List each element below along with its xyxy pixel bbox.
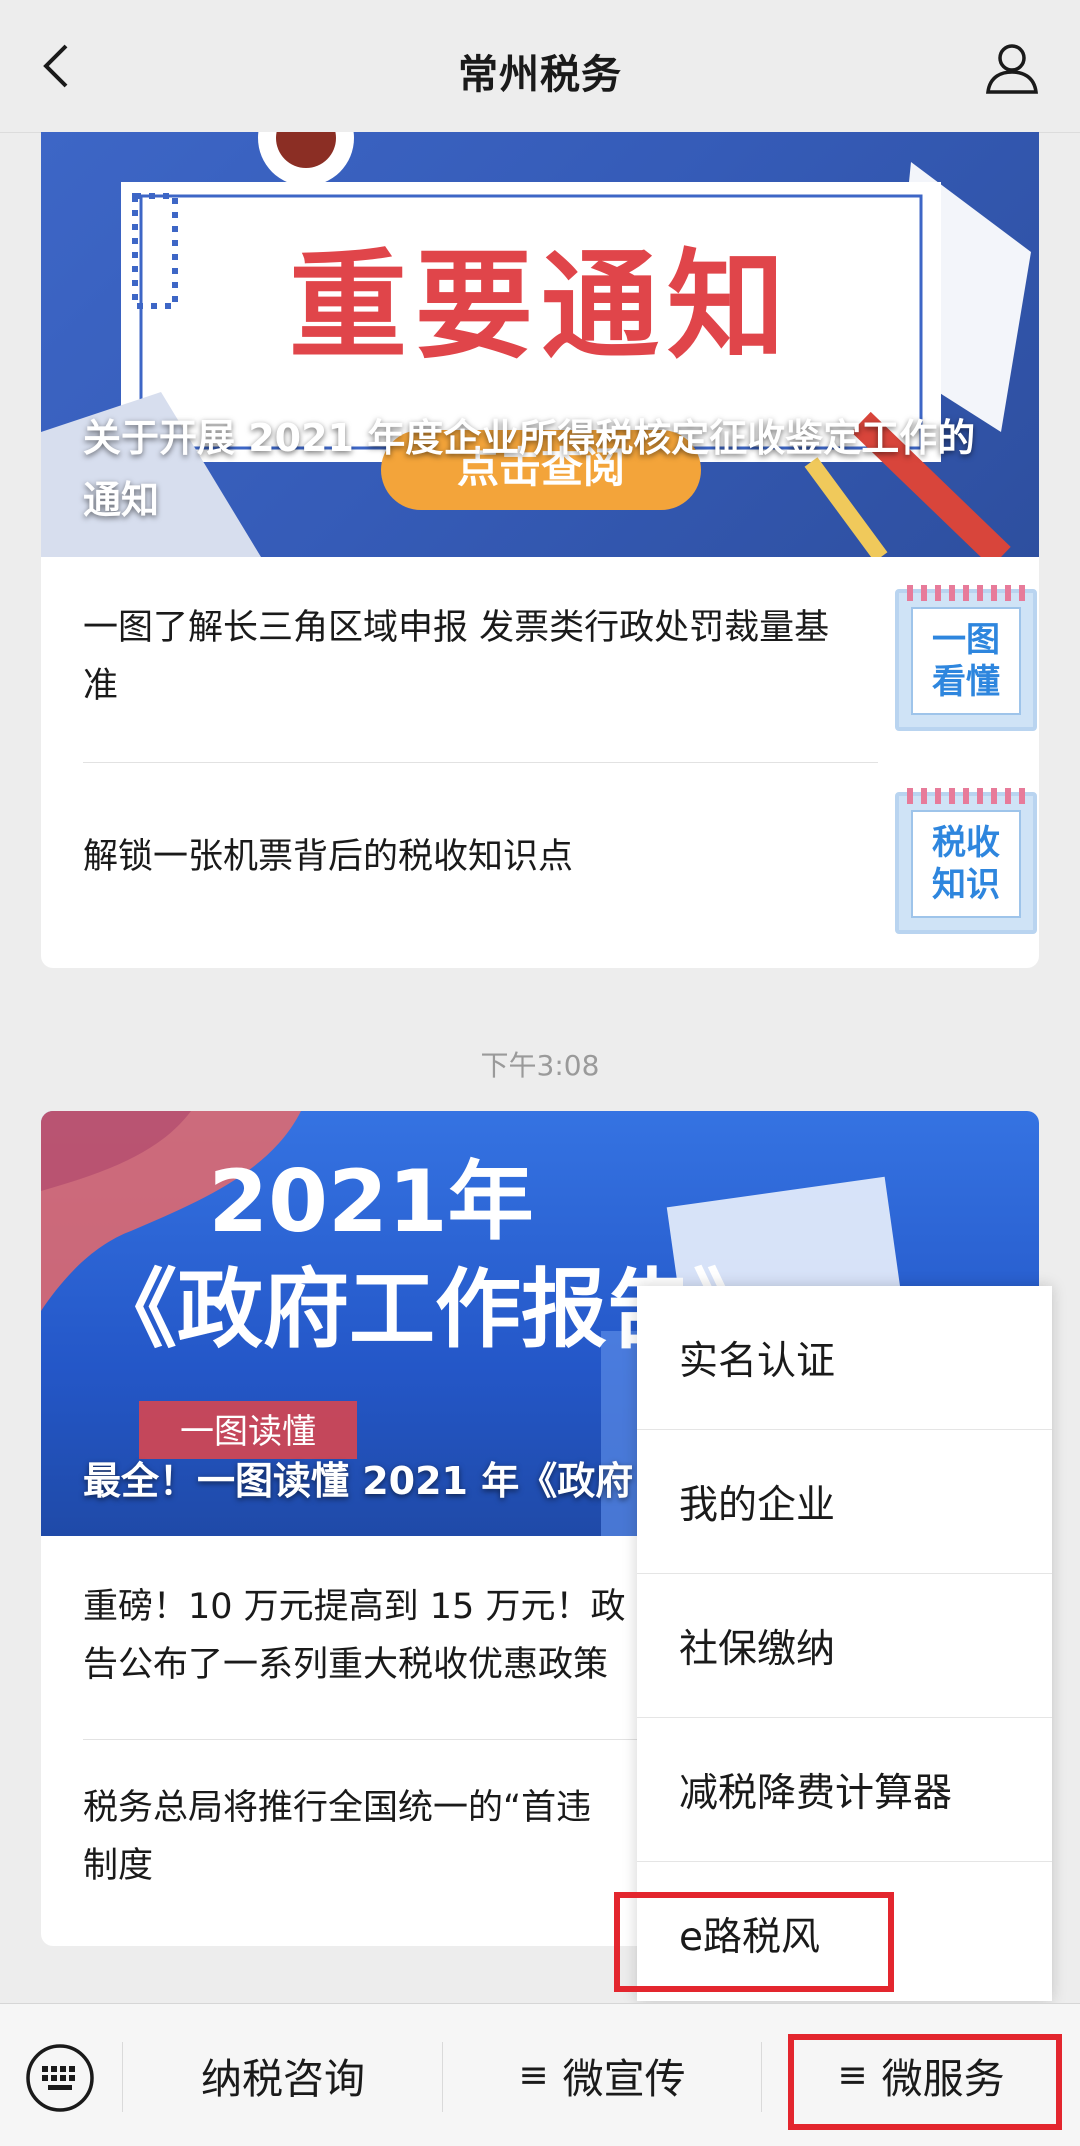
menu-item-tax-calculator[interactable]: 减税降费计算器 bbox=[637, 1718, 1052, 1862]
top-nav-bar: 常州税务 bbox=[0, 0, 1080, 133]
cover-title-text: 重要通知 bbox=[289, 237, 793, 375]
cover-caption-1: 关于开展 2021 年度企业所得税核定征收鉴定工作的通知 bbox=[83, 416, 976, 522]
highlight-box-e-lu-shui-feng bbox=[614, 1892, 894, 1992]
tab-label: 微宣传 bbox=[562, 2055, 686, 2103]
menu-item-my-enterprise[interactable]: 我的企业 bbox=[637, 1430, 1052, 1574]
news-thumbnail: 一图 看懂 bbox=[895, 585, 1037, 731]
cover-year-text: 2021年 bbox=[208, 1152, 533, 1252]
menu-lines-icon: ≡ bbox=[518, 2054, 549, 2096]
menu-item-real-name-auth[interactable]: 实名认证 bbox=[637, 1286, 1052, 1430]
news-item-title: 一图了解长三角区域申报 发票类行政处罚裁量基准 bbox=[83, 608, 830, 706]
tab-label: 纳税咨询 bbox=[201, 2055, 365, 2103]
page-title: 常州税务 bbox=[458, 52, 622, 98]
news-item[interactable]: 一图了解长三角区域申报 发票类行政处罚裁量基准 一图 看懂 bbox=[83, 557, 1037, 757]
news-thumbnail: 税收 知识 bbox=[895, 788, 1037, 934]
thumb-line-2: 知识 bbox=[932, 865, 1000, 905]
news-item-title: 解锁一张机票背后的税收知识点 bbox=[83, 837, 574, 877]
message-timestamp: 下午3:08 bbox=[480, 1049, 600, 1082]
tab-tax-consult[interactable]: 纳税咨询 bbox=[124, 2004, 442, 2146]
tab-micro-publicity[interactable]: ≡ 微宣传 bbox=[443, 2004, 761, 2146]
news-item[interactable]: 解锁一张机票背后的税收知识点 税收 知识 bbox=[83, 762, 1037, 962]
thumb-line-2: 看懂 bbox=[932, 662, 1000, 702]
separator bbox=[122, 2042, 123, 2112]
article-card-1: 点击查阅 重要通知 关于开展 2021 年度企业所得税核定征收鉴定工作的通知 一… bbox=[41, 132, 1039, 968]
thumb-line-1: 税收 bbox=[932, 823, 1000, 863]
thumb-line-1: 一图 bbox=[932, 620, 1000, 660]
keyboard-icon[interactable] bbox=[24, 2042, 96, 2114]
highlight-box-micro-service bbox=[788, 2034, 1062, 2130]
menu-item-social-security[interactable]: 社保缴纳 bbox=[637, 1574, 1052, 1718]
article-cover-1[interactable]: 点击查阅 重要通知 关于开展 2021 年度企业所得税核定征收鉴定工作的通知 bbox=[41, 132, 1039, 557]
cover-tag-text: 一图读懂 bbox=[180, 1412, 316, 1452]
user-profile-icon[interactable] bbox=[984, 40, 1040, 96]
